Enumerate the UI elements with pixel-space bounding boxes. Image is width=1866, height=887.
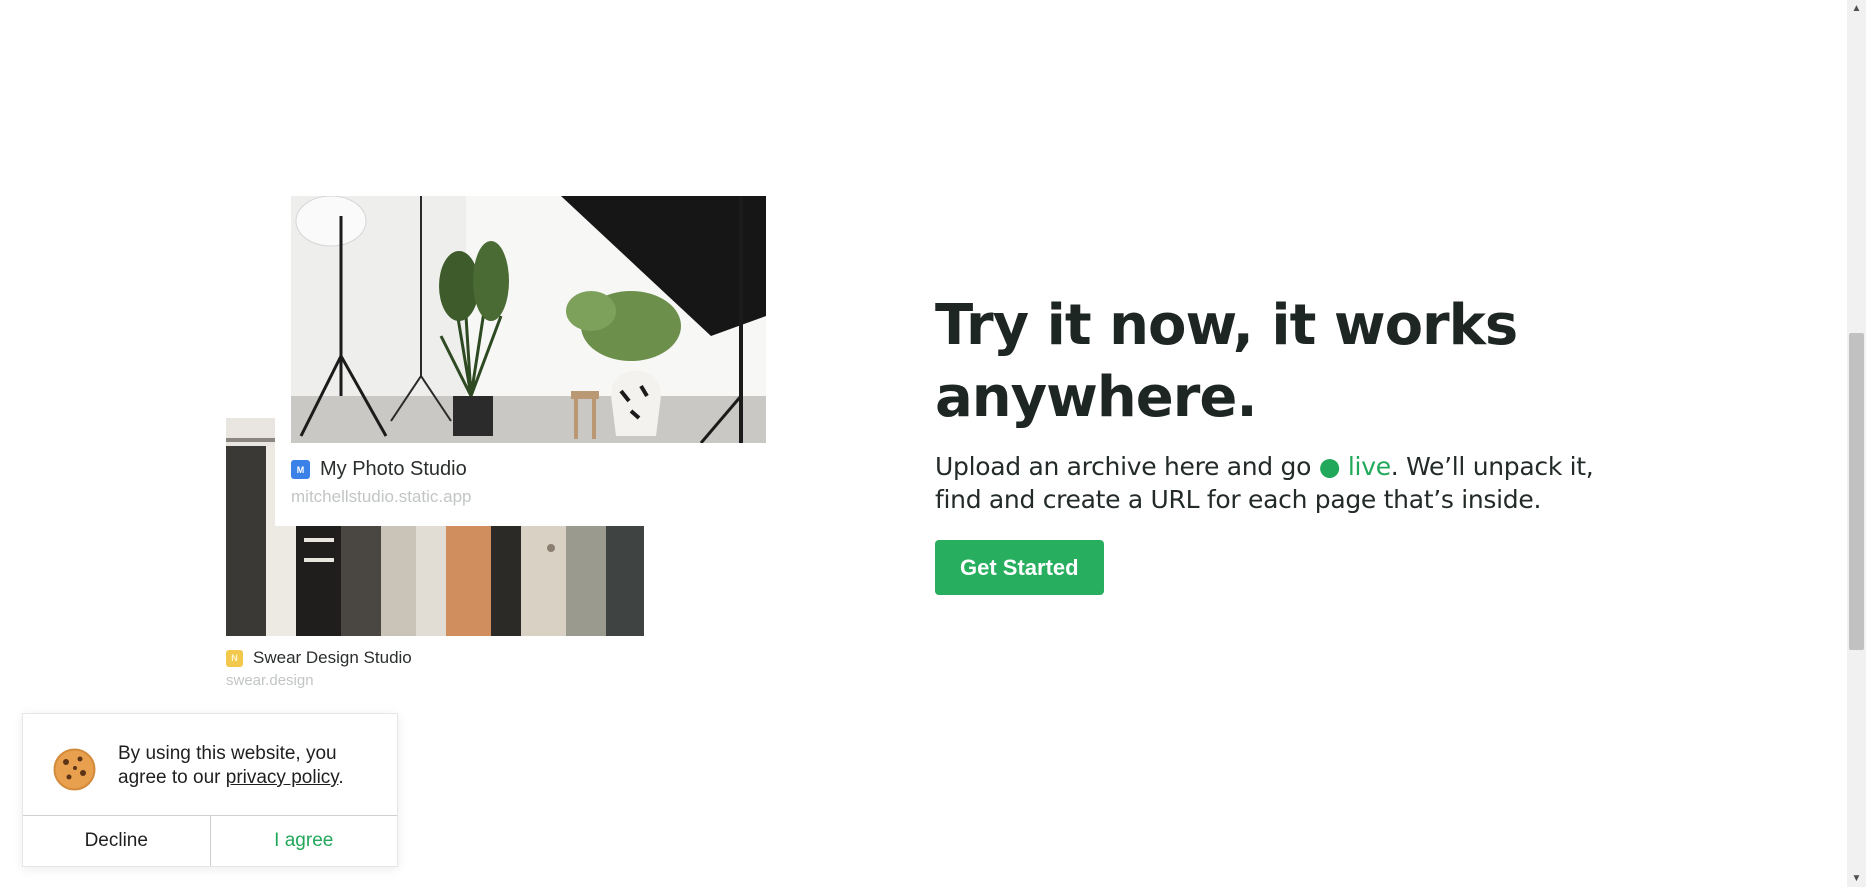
scroll-up-arrow-icon[interactable]: ▲ [1847, 0, 1866, 17]
site-favicon-icon: M [291, 460, 310, 479]
scrollbar-thumb[interactable] [1849, 333, 1864, 650]
cookie-consent-actions: Decline I agree [23, 815, 397, 866]
site-card-url[interactable]: swear.design [226, 672, 412, 689]
privacy-policy-link[interactable]: privacy policy [226, 767, 339, 788]
hero-title: Try it now, it works anywhere. [935, 293, 1518, 430]
agree-button[interactable]: I agree [210, 816, 397, 866]
cookie-consent-banner: By using this website, you agree to our … [22, 713, 398, 867]
hero-description: Upload an archive here and go ● live. We… [935, 450, 1595, 516]
cookie-consent-body: By using this website, you agree to our … [53, 742, 388, 791]
hero-description-text: Upload an archive here and go [935, 452, 1319, 481]
cookie-consent-period: . [338, 767, 344, 788]
scroll-down-arrow-icon[interactable]: ▼ [1847, 870, 1866, 887]
photo-studio-image [291, 196, 766, 443]
decline-button[interactable]: Decline [23, 816, 211, 866]
vertical-scrollbar[interactable]: ▲ ▼ [1847, 0, 1866, 887]
hero-section: Try it now, it works anywhere. Upload an… [935, 290, 1595, 595]
live-dot-icon: ● [1318, 452, 1341, 481]
site-card-title[interactable]: My Photo Studio [320, 458, 467, 481]
site-favicon-icon: N [226, 649, 243, 667]
page: N Swear Design Studio swear.design M My … [0, 0, 1866, 887]
cookie-icon [53, 748, 96, 791]
cookie-consent-text: By using this website, you agree to our … [118, 742, 388, 790]
get-started-button[interactable]: Get Started [935, 540, 1104, 595]
site-card-photo-studio[interactable]: M My Photo Studio mitchellstudio.static.… [275, 196, 766, 526]
site-card-meta: M My Photo Studio mitchellstudio.static.… [291, 458, 471, 507]
site-card-title[interactable]: Swear Design Studio [253, 648, 412, 668]
site-card-url[interactable]: mitchellstudio.static.app [291, 487, 471, 507]
live-label: live [1340, 452, 1391, 481]
site-card-meta: N Swear Design Studio swear.design [226, 648, 412, 689]
